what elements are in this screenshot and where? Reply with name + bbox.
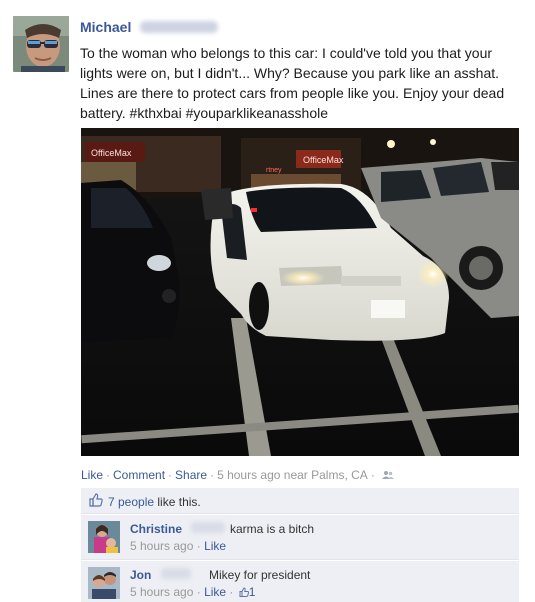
redacted-surname: [191, 522, 225, 533]
like-link[interactable]: Like: [81, 468, 103, 482]
comment-author[interactable]: Christine: [130, 522, 182, 536]
commenter-avatar[interactable]: [88, 567, 120, 599]
separator: ·: [168, 468, 173, 482]
comment-item: Christine karma is a bitch 5 hours ago ·…: [81, 515, 519, 560]
likes-summary: 7 people like this.: [81, 488, 519, 514]
comment-link[interactable]: Comment: [113, 468, 165, 482]
comment-text: Mikey for president: [209, 568, 311, 582]
redacted-surname: [161, 568, 191, 579]
likes-text: 7 people like this.: [108, 495, 201, 509]
photo-sign-1: OfficeMax: [91, 148, 132, 158]
author-avatar[interactable]: [13, 16, 69, 72]
timestamp-location[interactable]: 5 hours ago near Palms, CA: [217, 468, 368, 482]
status-text: To the woman who belongs to this car: I …: [80, 45, 505, 121]
comment-meta: 5 hours ago · Like · 1: [130, 585, 256, 599]
comment-like-count[interactable]: 1: [249, 585, 256, 599]
comment-meta: 5 hours ago · Like: [130, 539, 227, 553]
author-name[interactable]: Michael: [80, 19, 131, 35]
separator: ·: [106, 468, 111, 482]
comment-item: Jon Mikey for president 5 hours ago · Li…: [81, 561, 519, 602]
feed-story: Michael To the woman who belongs to this…: [0, 0, 535, 602]
thumbs-up-icon: [239, 586, 249, 597]
likes-suffix: like this.: [157, 495, 201, 509]
likers-link[interactable]: 7 people: [108, 495, 154, 509]
story-actions: Like · Comment · Share · 5 hours ago near Palm…: [81, 468, 394, 482]
separator: ·: [210, 468, 215, 482]
comment-time[interactable]: 5 hours ago: [130, 585, 193, 599]
photo-sign-2: OfficeMax: [303, 155, 344, 165]
commenter-avatar[interactable]: [88, 521, 120, 553]
share-link[interactable]: Share: [175, 468, 207, 482]
comment-like-link[interactable]: Like: [204, 585, 226, 599]
comment-like-link[interactable]: Like: [204, 539, 226, 553]
comment-author[interactable]: Jon: [130, 568, 151, 582]
friends-icon[interactable]: [381, 469, 394, 479]
redacted-surname: [140, 21, 218, 33]
separator: ·: [370, 468, 375, 482]
photo-sign-3: rtney: [266, 167, 282, 174]
thumbs-up-icon: [89, 493, 103, 507]
post-photo[interactable]: OfficeMax OfficeMax rtney: [81, 128, 519, 456]
comment-text: karma is a bitch: [230, 522, 315, 536]
comment-time[interactable]: 5 hours ago: [130, 539, 193, 553]
